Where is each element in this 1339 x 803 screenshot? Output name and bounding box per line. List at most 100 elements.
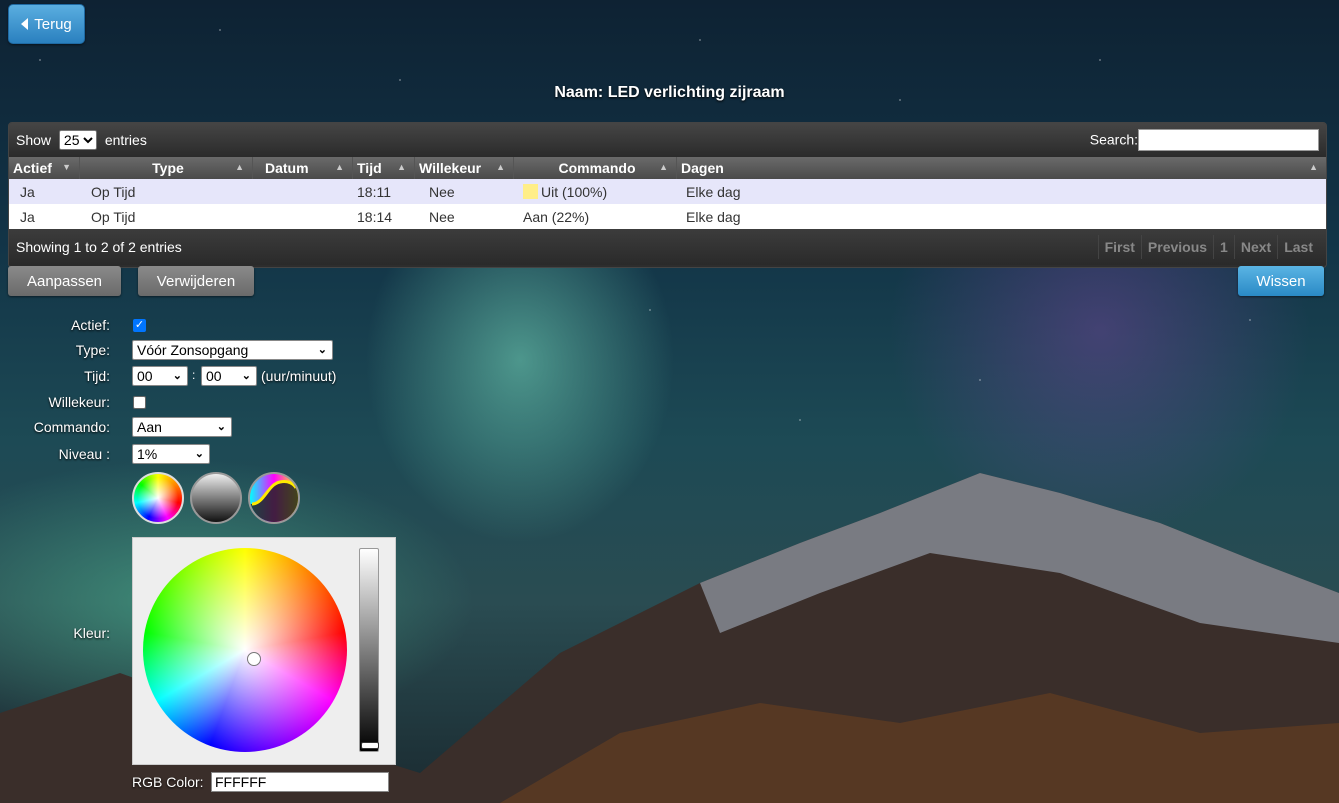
previous-page-button[interactable]: Previous (1140, 235, 1213, 259)
column-label: Actief (13, 160, 52, 176)
column-header-tijd[interactable]: Tijd ▲ (353, 157, 415, 179)
cell-tijd: 18:14 (357, 208, 393, 225)
sort-desc-icon: ▼ (62, 162, 71, 172)
color-picker[interactable] (132, 537, 396, 765)
sort-icon: ▲ (335, 162, 344, 172)
actief-label: Actief: (71, 317, 110, 333)
sort-icon: ▲ (235, 162, 244, 172)
table-row[interactable]: Ja Op Tijd 18:14 Nee Aan (22%) Elke dag (9, 204, 1326, 229)
curve-overlay (250, 480, 298, 522)
cell-datum (253, 179, 353, 204)
sort-icon: ▲ (1309, 162, 1318, 172)
first-page-button[interactable]: First (1097, 235, 1141, 259)
hour-select[interactable]: 00 ⌄ (132, 366, 188, 386)
table-info: Showing 1 to 2 of 2 entries (16, 239, 182, 255)
brightness-slider[interactable] (359, 548, 379, 752)
cell-type: Op Tijd (91, 208, 136, 225)
edit-button[interactable]: Aanpassen (8, 266, 121, 296)
column-header-willekeur[interactable]: Willekeur ▲ (415, 157, 514, 179)
color-temp-curve-icon[interactable] (248, 472, 300, 524)
color-selector-handle[interactable] (247, 652, 261, 666)
chevron-down-icon: ⌄ (194, 448, 204, 460)
page-length-control: Show 25 entries (16, 130, 147, 150)
search-control: Search: (1090, 129, 1319, 151)
table-header: Actief ▼ Type ▲ Datum ▲ Tijd ▲ Willekeur ▲ Co… (9, 157, 1326, 179)
page-title: Naam: LED verlichting zijraam (554, 84, 785, 101)
table-toolbar: Show 25 entries Search: (9, 123, 1326, 157)
table-footer: Showing 1 to 2 of 2 entries First Previo… (9, 229, 1326, 265)
tijd-label: Tijd: (84, 368, 110, 384)
column-header-dagen[interactable]: Dagen ▲ (677, 157, 1326, 179)
sort-icon: ▲ (496, 162, 505, 172)
rgb-label: RGB Color: (132, 774, 204, 790)
chevron-down-icon: ⌄ (241, 370, 251, 382)
cell-dagen: Elke dag (686, 208, 741, 225)
cell-willekeur: Nee (429, 183, 455, 200)
white-gradient-icon[interactable] (190, 472, 242, 524)
next-page-button[interactable]: Next (1233, 235, 1277, 259)
column-header-type[interactable]: Type ▲ (80, 157, 253, 179)
niveau-select[interactable]: 1% ⌄ (132, 444, 210, 464)
last-page-button[interactable]: Last (1277, 235, 1319, 259)
type-label: Type: (75, 342, 110, 358)
clear-button[interactable]: Wissen (1238, 266, 1324, 296)
chevron-down-icon: ⌄ (172, 370, 182, 382)
column-label: Datum (265, 160, 309, 176)
minute-value: 00 (206, 368, 222, 384)
page-1-button[interactable]: 1 (1213, 235, 1234, 259)
chevron-down-icon: ⌄ (317, 344, 327, 356)
cell-tijd: 18:11 (357, 183, 391, 200)
hour-value: 00 (137, 368, 153, 384)
page-length-select[interactable]: 25 (58, 130, 97, 150)
checkmark-icon: ✓ (134, 319, 145, 331)
cell-dagen: Elke dag (686, 183, 741, 200)
column-label: Willekeur (419, 160, 482, 176)
commando-label: Commando: (33, 419, 110, 435)
willekeur-checkbox[interactable] (133, 396, 146, 409)
time-hint: (uur/minuut) (261, 368, 337, 384)
color-wheel-icon[interactable] (132, 472, 184, 524)
delete-button[interactable]: Verwijderen (138, 266, 254, 296)
type-value: Vóór Zonsopgang (137, 342, 249, 358)
sort-icon: ▲ (659, 162, 668, 172)
time-separator: : (192, 368, 196, 382)
back-button[interactable]: Terug (8, 4, 85, 44)
search-input[interactable] (1138, 129, 1319, 151)
entries-label: entries (104, 132, 147, 148)
cell-actief: Ja (20, 208, 35, 225)
color-swatch (523, 184, 538, 199)
table-row[interactable]: Ja Op Tijd 18:11 Nee Uit (100%) Elke dag (9, 179, 1326, 204)
column-header-commando[interactable]: Commando ▲ (514, 157, 677, 179)
rgb-color-input[interactable]: FFFFFF (211, 772, 389, 792)
column-label: Type (152, 160, 184, 176)
column-header-actief[interactable]: Actief ▼ (9, 157, 80, 179)
pagination: First Previous 1 Next Last (1097, 235, 1319, 259)
search-label: Search: (1089, 131, 1138, 148)
niveau-value: 1% (137, 446, 158, 462)
column-label: Dagen (681, 160, 724, 176)
column-header-datum[interactable]: Datum ▲ (253, 157, 353, 179)
commando-value: Aan (137, 419, 162, 435)
type-select[interactable]: Vóór Zonsopgang ⌄ (132, 340, 333, 360)
show-label: Show (16, 132, 52, 148)
cell-type: Op Tijd (91, 183, 136, 200)
minute-select[interactable]: 00 ⌄ (201, 366, 257, 386)
back-label: Terug (34, 15, 72, 33)
cell-commando: Uit (100%) (514, 179, 677, 204)
hue-saturation-wheel[interactable] (143, 548, 347, 752)
cell-actief: Ja (20, 183, 35, 200)
commando-select[interactable]: Aan ⌄ (132, 417, 232, 437)
sort-icon: ▲ (397, 162, 406, 172)
cell-willekeur: Nee (429, 208, 455, 225)
brightness-slider-handle[interactable] (361, 742, 379, 749)
kleur-label: Kleur: (73, 625, 110, 641)
back-arrow-icon (21, 18, 29, 30)
commando-text: Uit (100%) (541, 183, 608, 200)
cell-datum (253, 204, 353, 229)
actief-checkbox[interactable]: ✓ (133, 319, 146, 332)
cell-commando: Aan (22%) (523, 208, 590, 225)
chevron-down-icon: ⌄ (216, 421, 226, 433)
column-label: Tijd (357, 160, 382, 176)
willekeur-label: Willekeur: (48, 394, 110, 410)
column-label: Commando (558, 160, 636, 176)
